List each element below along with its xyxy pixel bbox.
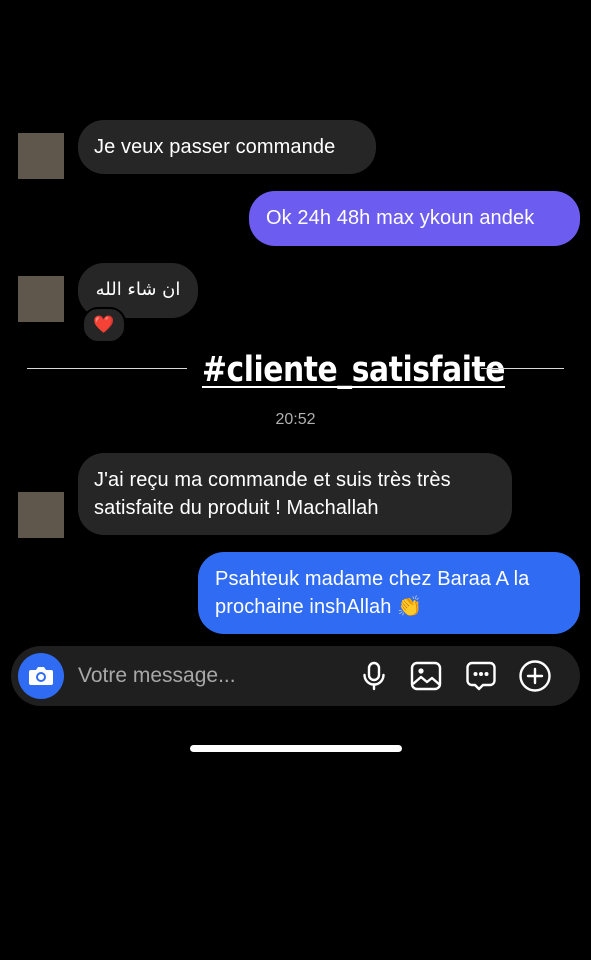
divider-line-right: [481, 368, 564, 369]
divider-line-left: [27, 368, 187, 369]
message-text-line: Psahteuk madame chez Baraa A la: [215, 568, 530, 590]
gallery-button[interactable]: [409, 659, 443, 693]
contact-avatar[interactable]: [18, 492, 64, 538]
plus-button[interactable]: [518, 659, 552, 693]
camera-button[interactable]: [18, 653, 64, 699]
contact-avatar[interactable]: [18, 276, 64, 322]
plus-icon: [519, 660, 551, 692]
message-text: Ok 24h 48h max ykoun andek: [266, 207, 535, 229]
message-composer: Votre message...: [11, 646, 580, 706]
incoming-message-bubble[interactable]: J'ai reçu ma commande et suis très très …: [78, 453, 512, 535]
sticker-button[interactable]: [464, 659, 498, 693]
microphone-button[interactable]: [357, 659, 391, 693]
camera-icon: [29, 667, 53, 685]
heart-reaction-icon[interactable]: ❤️: [82, 307, 126, 343]
message-text: Je veux passer commande: [94, 136, 336, 158]
outgoing-message-bubble[interactable]: Psahteuk madame chez Baraa A la prochain…: [198, 552, 580, 634]
message-input[interactable]: Votre message...: [78, 664, 236, 688]
reaction-emoji: ❤️: [93, 315, 115, 334]
home-indicator[interactable]: [190, 745, 402, 752]
sticker-icon: [466, 661, 496, 691]
chat-screen: Je veux passer commande Ok 24h 48h max y…: [0, 0, 591, 960]
gallery-icon: [410, 661, 442, 691]
timestamp: 20:52: [275, 411, 316, 428]
incoming-message-bubble[interactable]: Je veux passer commande: [78, 120, 376, 174]
contact-avatar[interactable]: [18, 133, 64, 179]
message-text: ان شاء الله: [95, 279, 181, 300]
message-text-line: J'ai reçu ma commande et suis très très: [94, 469, 451, 491]
outgoing-message-bubble[interactable]: Ok 24h 48h max ykoun andek: [249, 191, 580, 246]
microphone-icon: [363, 661, 385, 691]
hashtag-overlay-text: #cliente_satisfaite: [202, 350, 506, 390]
message-text-line: prochaine inshAllah 👏: [215, 596, 423, 618]
message-text-line: satisfaite du produit ! Machallah: [94, 497, 379, 519]
